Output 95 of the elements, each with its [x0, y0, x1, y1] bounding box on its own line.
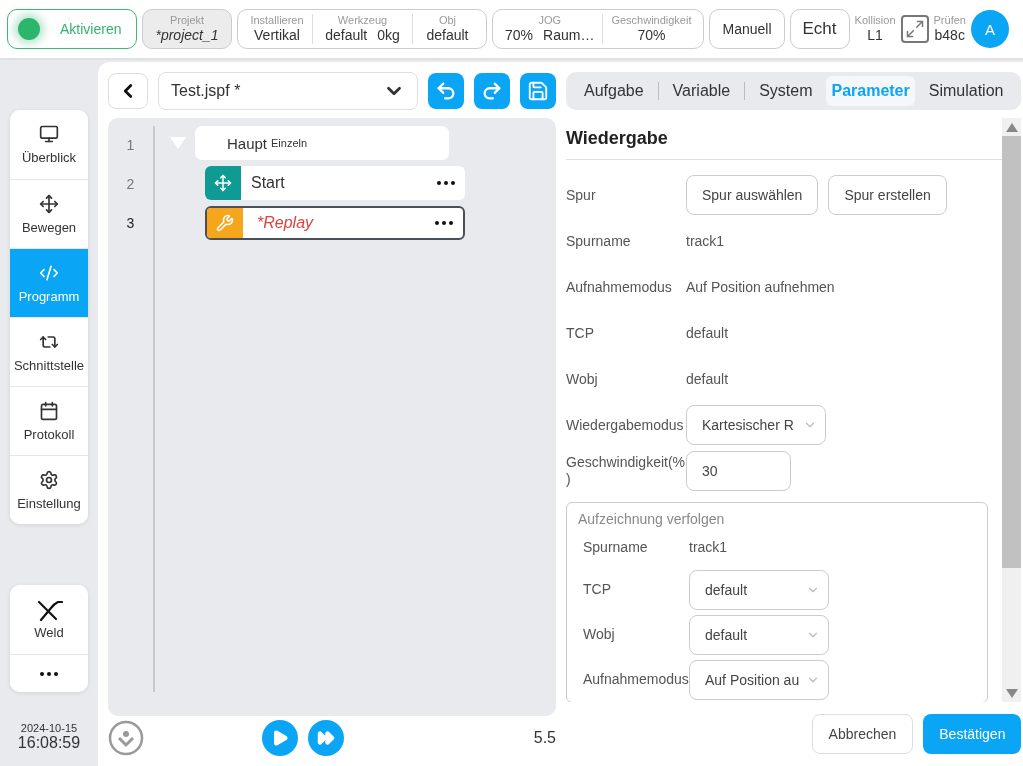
- field-label: Wobj: [583, 626, 616, 643]
- check-label: Prüfen: [933, 14, 966, 27]
- setting-value: Raum…: [543, 27, 595, 44]
- field-label: Wobj: [566, 370, 599, 388]
- tree-node[interactable]: Start: [205, 166, 465, 200]
- nav-item[interactable]: Weld: [10, 585, 88, 654]
- line-number: 2: [126, 175, 135, 193]
- scroll-down-icon[interactable]: [1005, 689, 1018, 699]
- field-value: Auf Position aufnehmen: [686, 279, 835, 295]
- tab[interactable]: System: [745, 76, 827, 106]
- time-text: 16:08:59: [17, 734, 81, 752]
- tree-node[interactable]: Haupt Einzeln: [195, 126, 449, 160]
- fast-forward-button[interactable]: [308, 720, 344, 756]
- setting-label: JOG: [538, 14, 561, 27]
- field-label: TCP: [583, 581, 612, 598]
- settings-icon: [39, 469, 59, 490]
- scrollbar[interactable]: [1002, 118, 1022, 702]
- nav-item[interactable]: Schnittstelle: [10, 317, 88, 386]
- expand-icon[interactable]: [900, 15, 929, 43]
- group-title: Aufzeichnung verfolgen: [578, 511, 726, 527]
- nav-item[interactable]: Bewegen: [10, 179, 88, 248]
- play-icon: [271, 729, 289, 747]
- setting-value: Vertikal: [254, 27, 300, 44]
- wrench-icon: [216, 214, 234, 232]
- cancel-button[interactable]: Abbrechen: [811, 714, 914, 754]
- collision-value: L1: [867, 27, 883, 44]
- step-down-icon[interactable]: [108, 720, 144, 756]
- motion-panel[interactable]: JOG 70% Raum… Geschwindigkeit 70%: [492, 9, 705, 49]
- select-field[interactable]: Kartesischer R: [686, 405, 826, 445]
- setting-value: 70%: [637, 27, 666, 44]
- field-label: Spurname: [583, 538, 649, 556]
- field-label: Aufnahmemodus: [583, 671, 689, 688]
- nav-item[interactable]: Überblick: [10, 110, 88, 179]
- field-label: Aufnahmemodus: [566, 278, 673, 296]
- track-button[interactable]: Spur auswählen: [686, 175, 819, 215]
- setting-label: Werkzeug: [337, 14, 388, 27]
- field-value: track1: [686, 233, 725, 249]
- play-button[interactable]: [262, 720, 298, 756]
- project-label: Projekt: [169, 14, 205, 27]
- setting-value: 0kg: [377, 27, 400, 44]
- move-arrows-icon: [39, 193, 59, 214]
- tab[interactable]: Aufgabe: [570, 76, 658, 106]
- more-icon[interactable]: [437, 181, 455, 185]
- setting-label: Installieren: [250, 14, 304, 27]
- project-box[interactable]: Projekt *project_1: [142, 9, 232, 49]
- field-label: Spurname: [566, 232, 632, 250]
- setting-value: default: [426, 27, 469, 44]
- monitor-icon: [39, 124, 59, 144]
- collision-label: Kollision: [854, 14, 896, 27]
- setup-panel[interactable]: Installieren Vertikal Werkzeug default 0kg Obj default: [237, 9, 487, 49]
- input-field[interactable]: 30: [686, 451, 791, 491]
- setting-value: 70%: [505, 27, 534, 44]
- field-value: track1: [689, 539, 728, 555]
- redo-icon: [481, 80, 503, 102]
- section-title: Wiedergabe: [566, 118, 1003, 160]
- project-name: *project_1: [155, 27, 219, 44]
- scroll-up-icon[interactable]: [1005, 122, 1018, 132]
- setting-label: Geschwindigkeit: [611, 14, 692, 27]
- save-button[interactable]: [520, 73, 556, 109]
- move-arrows-icon: [214, 174, 232, 192]
- check-value: b48c: [934, 27, 965, 44]
- more-icon: [40, 671, 58, 676]
- field-label: Wiedergabemodus: [566, 416, 685, 434]
- field-label: Geschwindigkeit(%): [566, 454, 686, 488]
- undo-button[interactable]: [428, 73, 464, 109]
- setting-label: Obj: [438, 14, 457, 27]
- field-label: TCP: [566, 324, 595, 342]
- calendar-icon: [39, 400, 59, 421]
- file-select[interactable]: Test.jspf *: [158, 72, 418, 110]
- mode-button[interactable]: Echt: [789, 9, 850, 49]
- tab[interactable]: Simulation: [914, 76, 1018, 106]
- mode-button[interactable]: Manuell: [709, 9, 785, 49]
- welding-torch-icon: [35, 599, 63, 623]
- speed-value: 5.5: [533, 729, 556, 747]
- tree-node[interactable]: *Replay: [205, 206, 465, 240]
- undo-icon: [435, 80, 457, 102]
- back-button[interactable]: [108, 73, 148, 109]
- line-number: 1: [126, 136, 135, 154]
- date-text: 2024-10-15: [20, 722, 78, 734]
- track-button[interactable]: Spur erstellen: [828, 175, 947, 215]
- line-number: 3: [126, 214, 135, 232]
- select-field[interactable]: default: [689, 569, 829, 610]
- fast-forward-icon: [317, 729, 335, 747]
- tab[interactable]: Variable: [658, 76, 745, 106]
- nav-item[interactable]: Einstellung: [10, 455, 88, 524]
- select-field[interactable]: Auf Position au: [689, 659, 829, 700]
- field-label: Spur: [566, 186, 597, 204]
- field-value: default: [686, 325, 729, 341]
- nav-item[interactable]: Protokoll: [10, 386, 88, 455]
- save-icon: [527, 80, 549, 102]
- select-field[interactable]: default: [689, 614, 829, 655]
- more-icon[interactable]: [435, 221, 453, 225]
- redo-button[interactable]: [474, 73, 510, 109]
- setting-value: default: [325, 27, 368, 44]
- field-value: default: [686, 371, 729, 387]
